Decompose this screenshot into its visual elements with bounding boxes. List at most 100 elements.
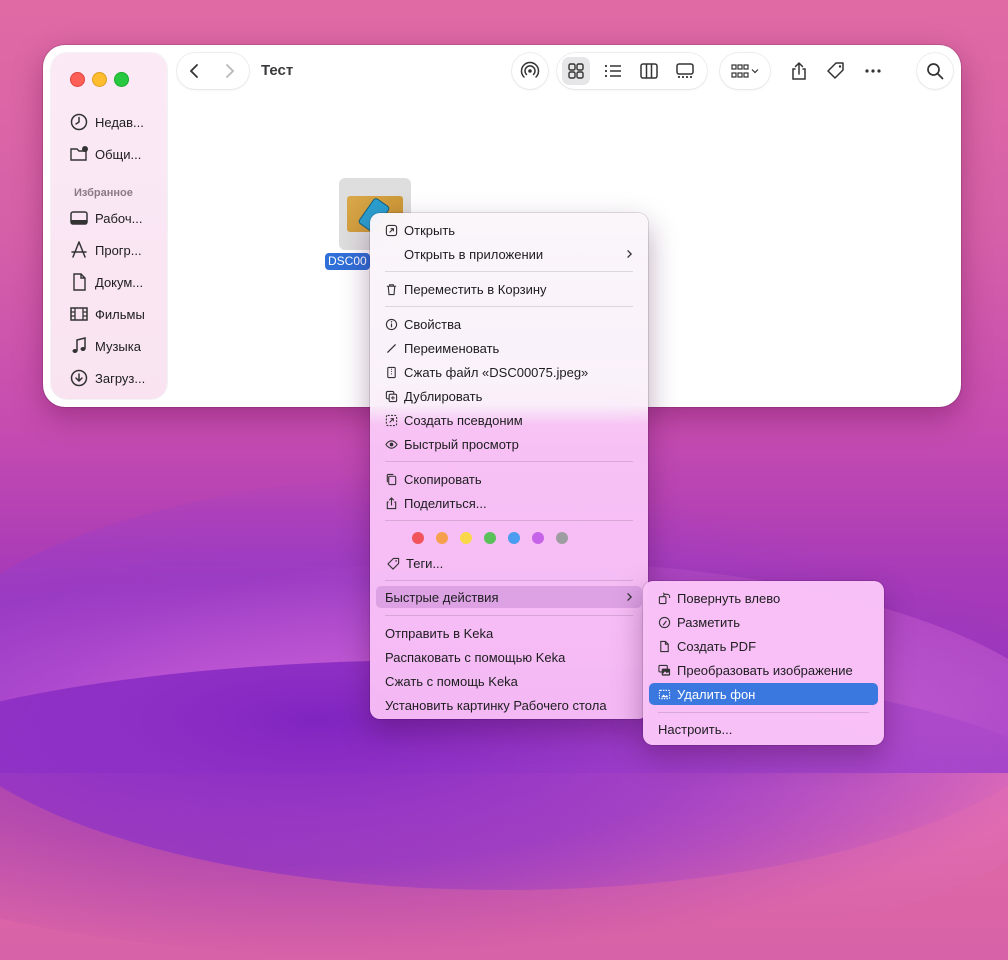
menu-item-compress[interactable]: Сжать файл «DSC00075.jpeg» <box>376 361 642 383</box>
menu-item-make-alias[interactable]: Создать псевдоним <box>376 409 642 431</box>
menu-item-markup[interactable]: Разметить <box>649 611 878 633</box>
download-icon <box>70 369 88 387</box>
sidebar-item-label: Загруз... <box>95 370 146 386</box>
menu-separator <box>385 461 633 462</box>
more-actions-button[interactable] <box>859 57 887 85</box>
chevron-right-icon <box>226 64 235 78</box>
rotate-left-icon <box>658 592 670 604</box>
menu-item-get-info[interactable]: Свойства <box>376 313 642 335</box>
remove-background-icon <box>658 689 670 699</box>
tag-color-purple[interactable] <box>532 532 544 544</box>
sidebar: Недав... Общи... Избранное Рабоч... Прог… <box>51 53 167 399</box>
menu-item-open[interactable]: Открыть <box>376 219 642 241</box>
menu-item-set-desktop-picture[interactable]: Установить картинку Рабочего стола <box>376 694 642 716</box>
menu-item-keka-compress[interactable]: Сжать с помощь Keka <box>376 670 642 692</box>
airdrop-icon <box>520 61 540 78</box>
sidebar-item-label: Фильмы <box>95 306 145 322</box>
list-view-button[interactable] <box>599 57 627 85</box>
menu-item-create-pdf[interactable]: Создать PDF <box>649 635 878 657</box>
share-icon <box>386 496 396 509</box>
sidebar-item-applications[interactable]: Прогр... <box>69 239 142 261</box>
sidebar-item-movies[interactable]: Фильмы <box>69 303 145 325</box>
window-title: Тест <box>261 62 294 79</box>
menu-item-quick-actions[interactable]: Быстрые действия <box>376 586 642 608</box>
menu-item-quick-look[interactable]: Быстрый просмотр <box>376 433 642 455</box>
columns-icon <box>640 63 658 79</box>
search-button[interactable] <box>921 57 949 85</box>
back-button[interactable] <box>181 57 209 85</box>
menu-item-rotate-left[interactable]: Повернуть влево <box>649 587 878 609</box>
menu-item-keka-extract[interactable]: Распаковать с помощью Keka <box>376 646 642 668</box>
tag-color-blue[interactable] <box>508 532 520 544</box>
chevron-down-icon <box>751 69 759 74</box>
menu-separator <box>385 306 633 307</box>
context-menu: Открыть Открыть в приложении Переместить… <box>370 213 648 719</box>
menu-item-tags[interactable]: Теги... <box>376 552 642 574</box>
group-by-button[interactable] <box>725 57 765 85</box>
menu-item-duplicate[interactable]: Дублировать <box>376 385 642 407</box>
tag-color-orange[interactable] <box>436 532 448 544</box>
icon-view-button[interactable] <box>562 57 590 85</box>
shared-folder-icon <box>70 146 88 161</box>
pdf-document-icon <box>659 640 669 652</box>
trash-icon <box>386 283 396 295</box>
sidebar-item-downloads[interactable]: Загруз... <box>69 367 145 389</box>
navigation-buttons <box>177 53 249 89</box>
menu-item-convert-image[interactable]: Преобразовать изображение <box>649 659 878 681</box>
sidebar-item-desktop[interactable]: Рабоч... <box>69 207 142 229</box>
film-icon <box>70 307 88 321</box>
menu-item-keka-send[interactable]: Отправить в Keka <box>376 622 642 644</box>
duplicate-icon <box>385 390 397 402</box>
tag-icon <box>386 557 399 570</box>
close-window-button[interactable] <box>70 72 85 87</box>
menu-item-customize[interactable]: Настроить... <box>649 718 878 740</box>
file-name-label[interactable]: DSC00 <box>325 253 370 270</box>
sidebar-item-label: Рабоч... <box>95 210 143 226</box>
grid-icon <box>568 63 584 79</box>
tag-color-yellow[interactable] <box>460 532 472 544</box>
sidebar-section-favorites: Избранное <box>74 187 133 199</box>
forward-button[interactable] <box>215 57 243 85</box>
sidebar-item-label: Недав... <box>95 114 144 130</box>
menu-item-share[interactable]: Поделиться... <box>376 492 642 514</box>
column-view-button[interactable] <box>635 57 663 85</box>
alias-icon <box>385 414 397 426</box>
zoom-window-button[interactable] <box>114 72 129 87</box>
sidebar-item-label: Докум... <box>95 274 144 290</box>
menu-item-rename[interactable]: Переименовать <box>376 337 642 359</box>
share-icon <box>792 61 806 80</box>
menu-item-open-with[interactable]: Открыть в приложении <box>376 243 642 265</box>
gallery-view-button[interactable] <box>671 57 699 85</box>
open-icon <box>385 224 397 236</box>
sidebar-item-music[interactable]: Музыка <box>69 335 141 357</box>
menu-item-copy[interactable]: Скопировать <box>376 468 642 490</box>
document-icon <box>73 273 86 291</box>
tags-button[interactable] <box>822 57 850 85</box>
sidebar-item-recents[interactable]: Недав... <box>69 111 144 133</box>
chevron-left-icon <box>189 64 198 78</box>
markup-icon <box>658 616 670 628</box>
tag-color-green[interactable] <box>484 532 496 544</box>
share-button[interactable] <box>785 57 813 85</box>
info-icon <box>385 318 397 330</box>
tag-color-red[interactable] <box>412 532 424 544</box>
copy-icon <box>386 473 396 485</box>
music-icon <box>72 337 86 353</box>
sidebar-item-documents[interactable]: Докум... <box>69 271 143 293</box>
ellipsis-icon <box>865 69 881 73</box>
chevron-right-icon <box>627 249 633 259</box>
menu-item-move-to-trash[interactable]: Переместить в Корзину <box>376 278 642 300</box>
group-pill <box>720 53 770 89</box>
sidebar-item-label: Прогр... <box>95 242 142 258</box>
list-icon <box>604 64 621 78</box>
tag-color-gray[interactable] <box>556 532 568 544</box>
sidebar-item-shared[interactable]: Общи... <box>69 143 141 165</box>
group-icon <box>731 64 749 78</box>
gallery-icon <box>676 63 694 78</box>
menu-item-remove-background[interactable]: Удалить фон <box>649 683 878 705</box>
menu-separator <box>658 712 869 713</box>
airdrop-button[interactable] <box>516 57 544 85</box>
minimize-window-button[interactable] <box>92 72 107 87</box>
tag-icon <box>827 62 844 79</box>
menu-separator <box>385 520 633 521</box>
